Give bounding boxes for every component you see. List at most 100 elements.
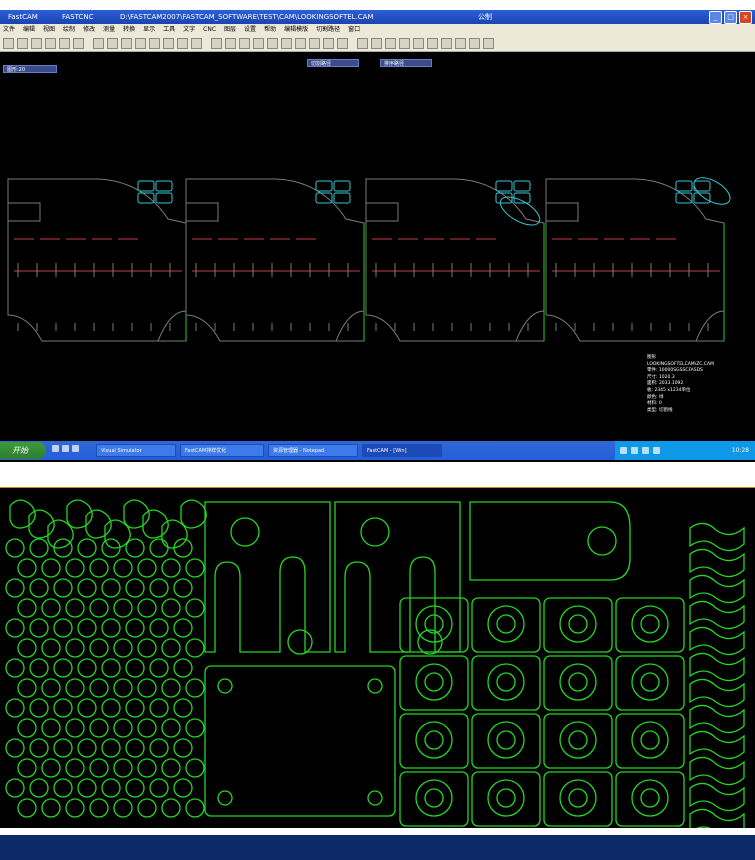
toolbar-tool-icon[interactable] bbox=[413, 38, 424, 49]
toolbar-tool-icon[interactable] bbox=[385, 38, 396, 49]
minimize-button[interactable]: _ bbox=[709, 11, 722, 24]
toolbar-tool-icon[interactable] bbox=[295, 38, 306, 49]
menu-item-9[interactable]: 文字 bbox=[183, 24, 195, 36]
keyhole-hole bbox=[640, 672, 660, 692]
security-icon[interactable] bbox=[642, 447, 649, 454]
clock: 10:28 bbox=[731, 447, 749, 454]
menu-item-13[interactable]: 帮助 bbox=[264, 24, 276, 36]
toolbar-tool-icon[interactable] bbox=[441, 38, 452, 49]
toolbar-tool-icon[interactable] bbox=[427, 38, 438, 49]
wavy-part bbox=[689, 782, 745, 812]
toolbar-tool-icon[interactable] bbox=[121, 38, 132, 49]
small-disc bbox=[29, 658, 49, 678]
task-explorer[interactable]: 资源管理器 - Notepad bbox=[268, 444, 358, 457]
menu-item-8[interactable]: 工具 bbox=[163, 24, 175, 36]
keyhole-ring bbox=[487, 779, 525, 817]
toolbar-tool-icon[interactable] bbox=[211, 38, 222, 49]
toolbar-tool-icon[interactable] bbox=[239, 38, 250, 49]
menu-item-10[interactable]: CNC bbox=[203, 24, 216, 36]
wavy-part bbox=[689, 574, 745, 604]
small-disc bbox=[113, 758, 133, 778]
menu-item-6[interactable]: 转换 bbox=[123, 24, 135, 36]
toolbar-tool-icon[interactable] bbox=[45, 38, 56, 49]
toolbar-tool-icon[interactable] bbox=[281, 38, 292, 49]
toolbar-tool-icon[interactable] bbox=[337, 38, 348, 49]
part-hole bbox=[587, 526, 617, 556]
start-button[interactable]: 开始 bbox=[0, 442, 46, 459]
small-disc bbox=[5, 738, 25, 758]
toolbar-tool-icon[interactable] bbox=[371, 38, 382, 49]
keyhole-ring bbox=[559, 779, 597, 817]
u-part bbox=[204, 501, 331, 653]
toolbar-tool-icon[interactable] bbox=[135, 38, 146, 49]
keyhole-hole bbox=[568, 788, 588, 808]
ime-icon[interactable] bbox=[653, 447, 660, 454]
menu-item-2[interactable]: 视图 bbox=[43, 24, 55, 36]
keyhole-ring bbox=[487, 663, 525, 701]
desktop-icon[interactable] bbox=[52, 444, 59, 452]
task-fastcam-active[interactable]: FastCAM - [Win] bbox=[362, 444, 442, 457]
menu-item-11[interactable]: 图层 bbox=[224, 24, 236, 36]
toolbar-tool-icon[interactable] bbox=[163, 38, 174, 49]
task-visual-simulator[interactable]: Visual Simulator bbox=[96, 444, 176, 457]
menu-item-15[interactable]: 切割路径 bbox=[316, 24, 340, 36]
small-disc bbox=[125, 578, 145, 598]
small-disc bbox=[41, 798, 61, 818]
menu-item-0[interactable]: 文件 bbox=[3, 24, 15, 36]
menu-item-4[interactable]: 修改 bbox=[83, 24, 95, 36]
folder-icon[interactable] bbox=[72, 444, 79, 452]
network-icon[interactable] bbox=[620, 447, 627, 454]
task-fastcam-nesting[interactable]: FastCAM排样优化 bbox=[180, 444, 264, 457]
toolbar-tool-icon[interactable] bbox=[73, 38, 84, 49]
toolbar-tool-icon[interactable] bbox=[107, 38, 118, 49]
toolbar-tool-icon[interactable] bbox=[191, 38, 202, 49]
small-disc bbox=[65, 598, 85, 618]
menu-item-12[interactable]: 设置 bbox=[244, 24, 256, 36]
toolbar-tool-icon[interactable] bbox=[469, 38, 480, 49]
toolbar-tool-icon[interactable] bbox=[253, 38, 264, 49]
keyhole-ring bbox=[631, 721, 669, 759]
toolbar-tool-icon[interactable] bbox=[59, 38, 70, 49]
toolbar-tool-icon[interactable] bbox=[177, 38, 188, 49]
small-disc bbox=[77, 538, 97, 558]
menu-item-16[interactable]: 窗口 bbox=[348, 24, 360, 36]
toolbar-tool-icon[interactable] bbox=[267, 38, 278, 49]
small-disc bbox=[41, 758, 61, 778]
volume-icon[interactable] bbox=[631, 447, 638, 454]
small-disc bbox=[41, 598, 61, 618]
wavy-part bbox=[689, 704, 745, 734]
small-disc bbox=[173, 778, 193, 798]
toolbar-tool-icon[interactable] bbox=[323, 38, 334, 49]
keyhole-hole bbox=[640, 730, 660, 750]
browser-icon[interactable] bbox=[62, 444, 69, 452]
info-line: 零件: 10000SGSSCFASDS bbox=[647, 368, 703, 374]
small-disc bbox=[173, 738, 193, 758]
menu-item-7[interactable]: 显示 bbox=[143, 24, 155, 36]
toolbar-tool-icon[interactable] bbox=[17, 38, 28, 49]
small-disc bbox=[101, 698, 121, 718]
toolbar-tool-icon[interactable] bbox=[3, 38, 14, 49]
toolbar-tool-icon[interactable] bbox=[149, 38, 160, 49]
keyhole-ring bbox=[559, 663, 597, 701]
menu-item-14[interactable]: 编辑模版 bbox=[284, 24, 308, 36]
menu-item-1[interactable]: 编辑 bbox=[23, 24, 35, 36]
toolbar-tool-icon[interactable] bbox=[309, 38, 320, 49]
menu-item-5[interactable]: 测量 bbox=[103, 24, 115, 36]
drawing-canvas[interactable]: 图形:20 切割路径 排序路径 图形 LOOKINGSOFTELCAM\ZC.CA… bbox=[0, 53, 755, 438]
toolbar-tool-icon[interactable] bbox=[357, 38, 368, 49]
keyhole-ring bbox=[415, 605, 453, 643]
small-disc bbox=[161, 758, 181, 778]
toolbar-tool-icon[interactable] bbox=[31, 38, 42, 49]
toolbar-tool-icon[interactable] bbox=[483, 38, 494, 49]
toolbar-tool-icon[interactable] bbox=[93, 38, 104, 49]
small-disc bbox=[5, 658, 25, 678]
close-button[interactable]: × bbox=[739, 11, 752, 24]
toolbar-tool-icon[interactable] bbox=[455, 38, 466, 49]
toolbar-tool-icon[interactable] bbox=[225, 38, 236, 49]
small-disc bbox=[161, 598, 181, 618]
menu-item-3[interactable]: 绘制 bbox=[63, 24, 75, 36]
toolbar-tool-icon[interactable] bbox=[399, 38, 410, 49]
plate-notch bbox=[8, 202, 41, 222]
cad-drawing bbox=[7, 177, 731, 342]
maximize-button[interactable]: □ bbox=[724, 11, 737, 24]
